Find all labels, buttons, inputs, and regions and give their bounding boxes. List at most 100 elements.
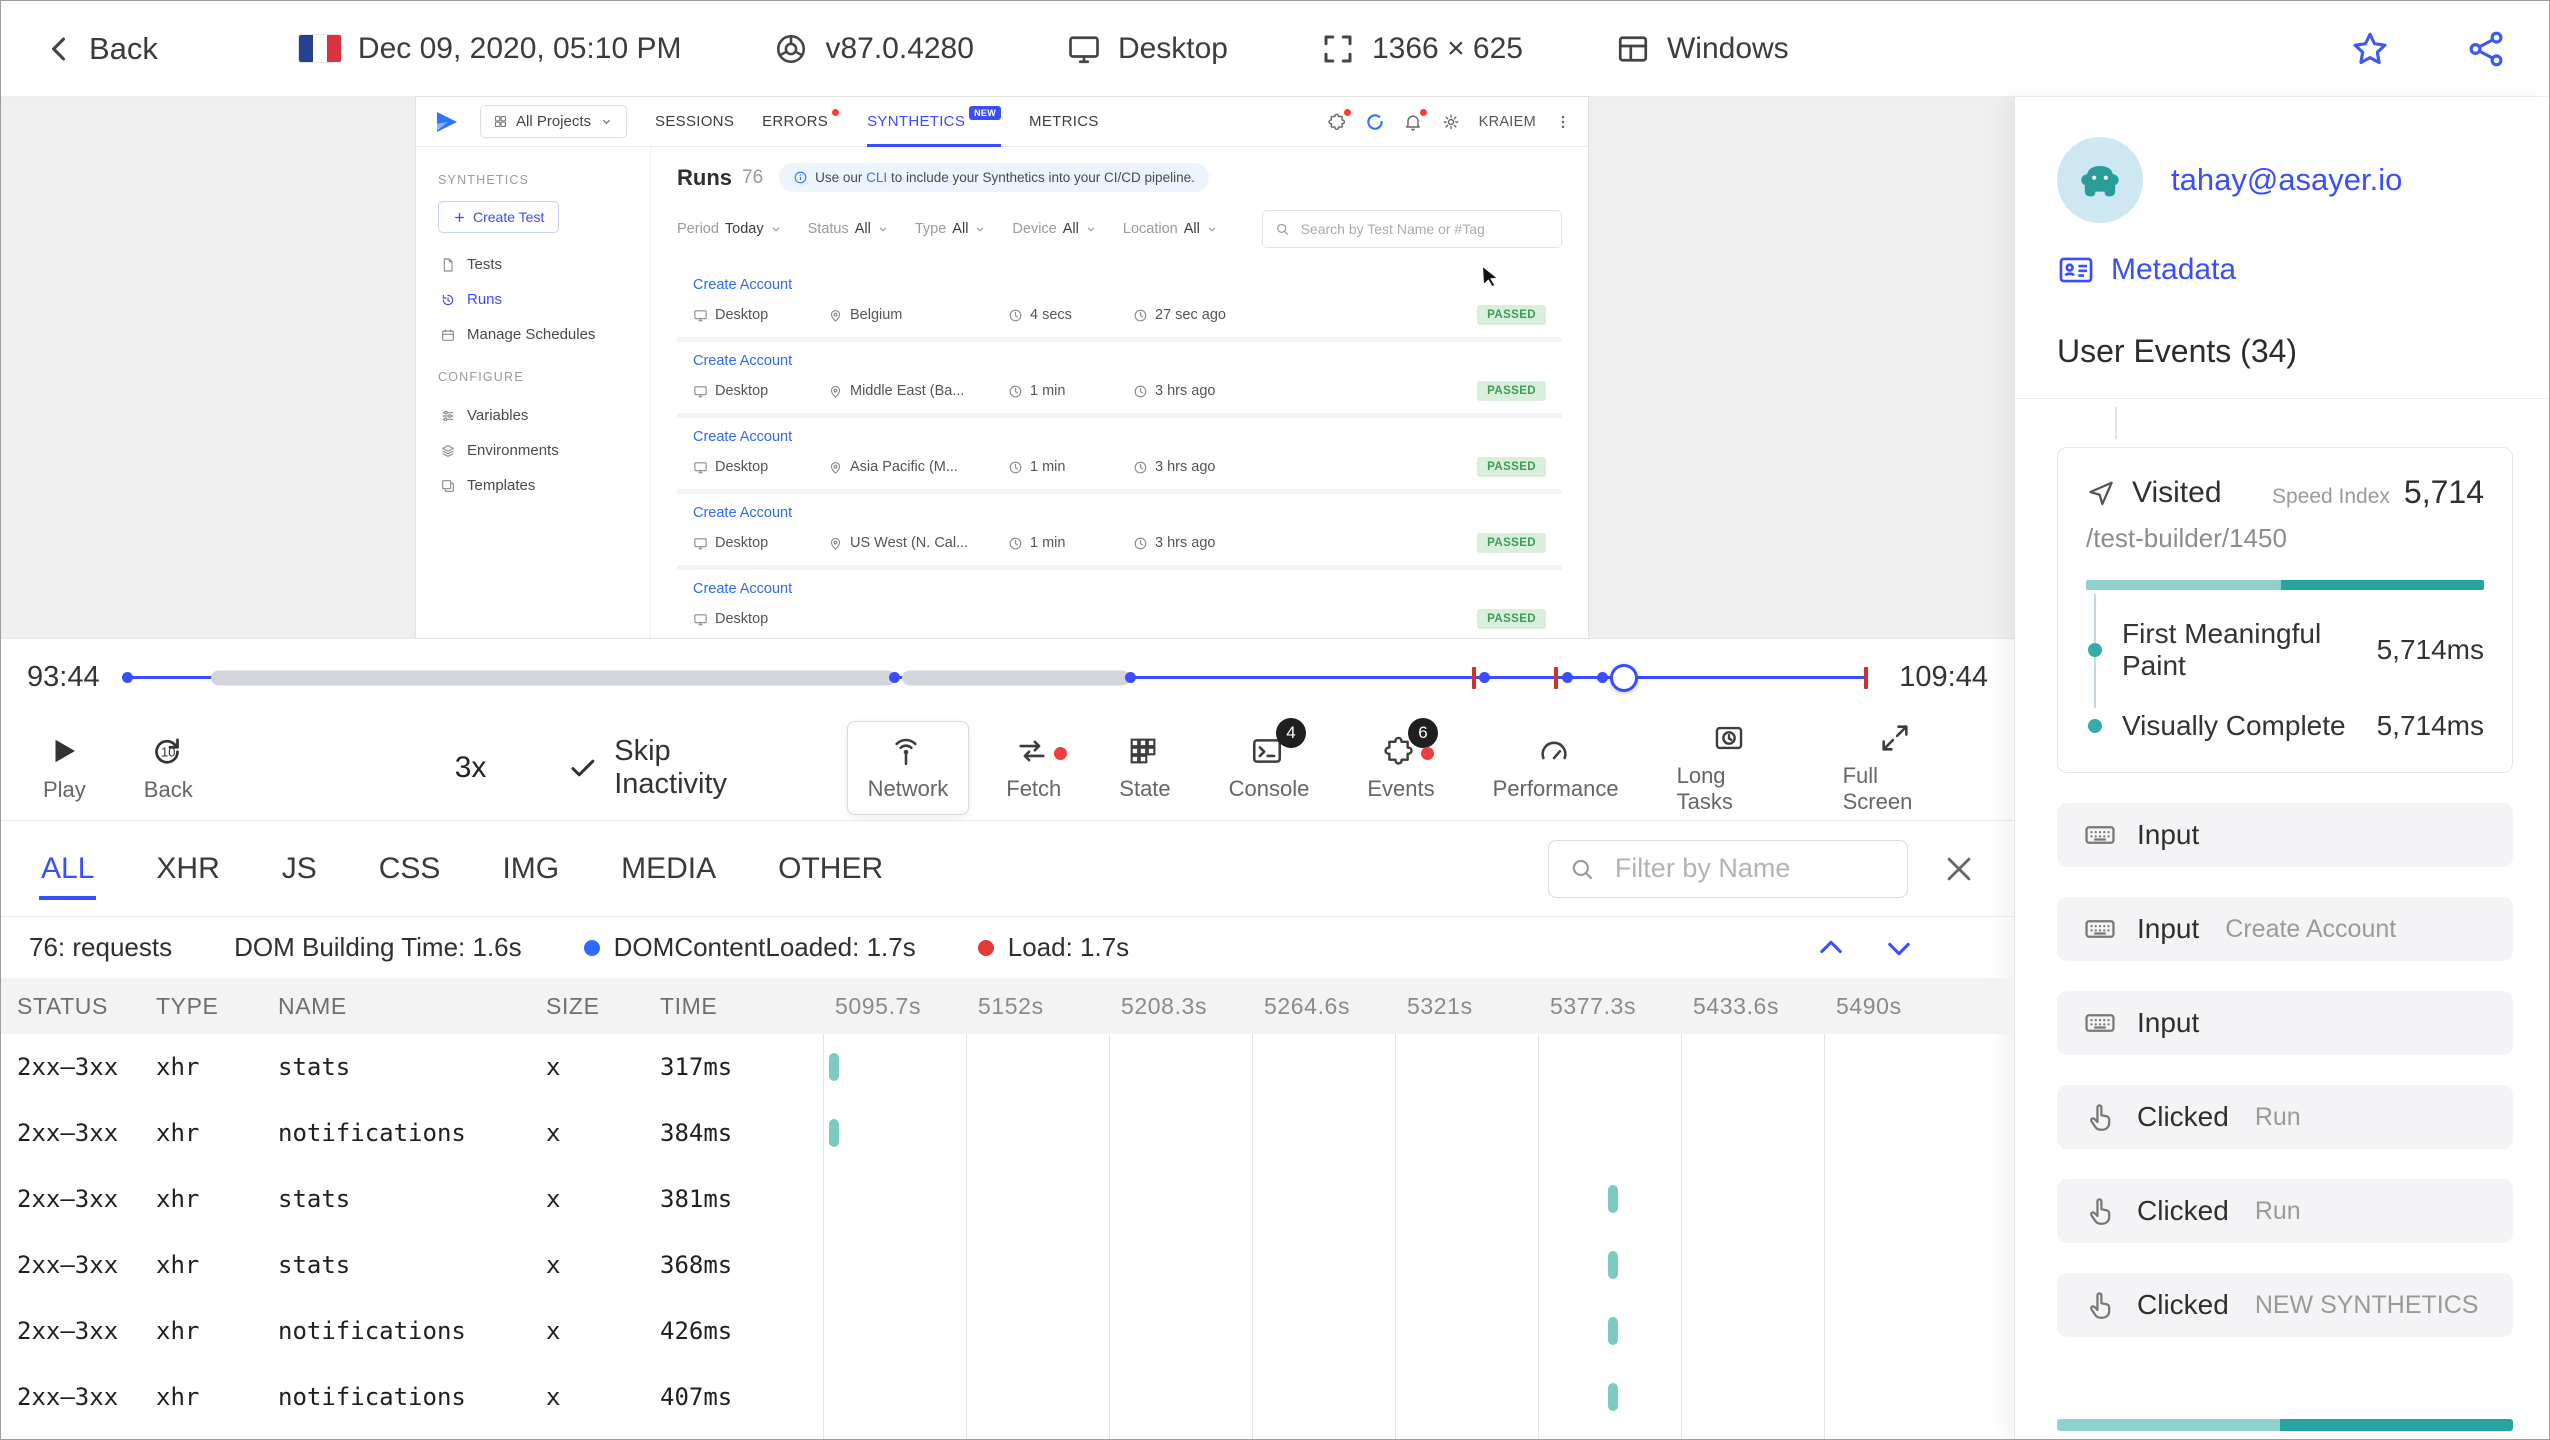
network-tab-other[interactable]: OTHER <box>776 822 885 916</box>
browser-icon <box>773 31 809 67</box>
chevron-down-icon[interactable] <box>1882 931 1916 965</box>
sidebar-item-templates[interactable]: Templates <box>438 468 628 503</box>
run-age: 3 hrs ago <box>1133 383 1215 399</box>
runs-search[interactable] <box>1262 210 1562 248</box>
tool-console[interactable]: 4 Console <box>1208 718 1331 815</box>
run-row[interactable]: Create Account Desktop Middle East (Ba... 1… <box>677 342 1562 413</box>
run-device: Desktop <box>693 611 828 627</box>
run-row[interactable]: Create Account Desktop Belgium 4 secs 27 sec… <box>677 266 1562 337</box>
network-filter-input[interactable] <box>1612 852 1887 885</box>
runs-search-input[interactable] <box>1298 220 1549 238</box>
tool-network[interactable]: Network <box>846 721 970 815</box>
desktop-icon <box>693 308 708 323</box>
run-duration: 1 min <box>1008 535 1133 551</box>
timeline-handle[interactable] <box>1609 663 1638 692</box>
event-type: Input <box>2137 913 2200 944</box>
tool-fetch[interactable]: Fetch <box>985 721 1082 815</box>
star-icon[interactable] <box>2349 28 2391 70</box>
user-email[interactable]: tahay@asayer.io <box>2171 162 2402 198</box>
request-type: xhr <box>156 1251 200 1279</box>
filter-status[interactable]: Status All <box>808 221 889 237</box>
run-detail: Desktop Asia Pacific (M... 1 min 3 hrs ago P… <box>693 457 1546 477</box>
timeline-track[interactable] <box>122 657 1872 699</box>
gear-icon[interactable] <box>1441 112 1461 132</box>
filter-device[interactable]: Device All <box>1012 221 1096 237</box>
close-icon[interactable] <box>1942 852 1976 886</box>
run-row[interactable]: Create Account Desktop US West (N. Cal... 1… <box>677 494 1562 565</box>
tool-label: Full Screen <box>1842 763 1913 814</box>
tool-events[interactable]: 6 Events <box>1346 718 1455 815</box>
spinner-icon[interactable] <box>1365 112 1385 132</box>
run-row[interactable]: Create Account Desktop PASSED <box>677 570 1562 638</box>
cli-link[interactable]: CLI <box>866 170 887 185</box>
filter-location[interactable]: Location All <box>1123 221 1218 237</box>
visited-event-card[interactable]: Visited Speed Index 5,714 /test-builder/… <box>2057 447 2513 773</box>
timeline-event-dot <box>1478 672 1490 683</box>
replay-tab-errors[interactable]: ERRORS <box>762 97 840 147</box>
tool-state[interactable]: State <box>1098 721 1191 815</box>
user-event-card[interactable]: Input <box>2057 803 2513 867</box>
sidebar-item-runs[interactable]: Runs <box>438 282 628 317</box>
skip-inactivity-toggle[interactable]: Skip Inactivity <box>568 735 790 801</box>
filter-value: All <box>854 221 871 237</box>
run-row[interactable]: Create Account Desktop Asia Pacific (M... 1… <box>677 418 1562 489</box>
status-badge: PASSED <box>1477 609 1546 629</box>
tool-long-tasks[interactable]: Long Tasks <box>1656 708 1806 828</box>
filter-type[interactable]: Type All <box>915 221 987 237</box>
account-menu[interactable]: KRAIEM <box>1479 114 1536 130</box>
fetch-icon <box>1015 734 1067 768</box>
back-button[interactable]: Back <box>43 31 158 67</box>
network-tab-img[interactable]: IMG <box>500 822 561 916</box>
network-tab-xhr[interactable]: XHR <box>154 822 221 916</box>
create-test-button[interactable]: Create Test <box>438 201 560 233</box>
dom-content-loaded: DOMContentLoaded: 1.7s <box>583 932 916 963</box>
sidebar-item-environments[interactable]: Environments <box>438 433 628 468</box>
network-request-row[interactable]: 2xx–3xx xhr stats x 381ms <box>1 1166 2014 1232</box>
tool-performance[interactable]: Performance <box>1472 721 1640 815</box>
user-event-card[interactable]: Input <box>2057 991 2513 1055</box>
replay-tab-sessions[interactable]: SESSIONS <box>655 97 734 147</box>
skip-back-button[interactable]: 10 Back <box>144 733 193 803</box>
chevron-up-icon[interactable] <box>1814 931 1848 965</box>
hand-icon <box>2083 1288 2117 1322</box>
network-request-row[interactable]: 2xx–3xx xhr notifications x 426ms <box>1 1298 2014 1364</box>
cli-banner: Use our CLI to include your Synthetics i… <box>779 163 1209 192</box>
network-request-row[interactable]: 2xx–3xx xhr notifications x 384ms <box>1 1100 2014 1166</box>
playback-speed-button[interactable]: 3x <box>455 751 487 785</box>
tool-full-screen[interactable]: Full Screen <box>1822 708 1972 828</box>
network-filter[interactable] <box>1548 839 1908 898</box>
play-button[interactable]: Play <box>43 733 86 803</box>
request-type: xhr <box>156 1185 200 1213</box>
back-label: Back <box>143 777 193 802</box>
kebab-menu-icon[interactable] <box>1554 113 1572 131</box>
run-detail: Desktop Middle East (Ba... 1 min 3 hrs ago P… <box>693 381 1546 401</box>
bell-icon[interactable] <box>1403 108 1427 132</box>
sidebar-item-manage-schedules[interactable]: Manage Schedules <box>438 317 628 352</box>
network-tab-css[interactable]: CSS <box>377 822 443 916</box>
user-events-list: Input Input Create Account Input Clicked Run C… <box>2057 803 2513 1337</box>
rewind-amount: 10 <box>161 744 176 760</box>
seg-text: 27 sec ago <box>1155 307 1226 323</box>
user-event-card[interactable]: Clicked Run <box>2057 1085 2513 1149</box>
operating-system-text: Windows <box>1666 31 1789 65</box>
network-tab-media[interactable]: MEDIA <box>619 822 718 916</box>
user-event-card[interactable]: Clicked Run <box>2057 1179 2513 1243</box>
sidebar-item-variables[interactable]: Variables <box>438 398 628 433</box>
network-request-row[interactable]: 2xx–3xx xhr stats x 368ms <box>1 1232 2014 1298</box>
screen-resolution-text: 1366 × 625 <box>1372 31 1523 65</box>
chevron-down-icon <box>599 114 614 129</box>
metadata-button[interactable]: Metadata <box>2057 251 2513 289</box>
puzzle-icon[interactable] <box>1327 108 1351 132</box>
project-selector[interactable]: All Projects <box>480 105 628 138</box>
replay-tab-metrics[interactable]: METRICS <box>1029 97 1099 147</box>
filter-period[interactable]: Period Today <box>677 221 782 237</box>
network-request-row[interactable]: 2xx–3xx xhr notifications x 407ms <box>1 1364 2014 1430</box>
network-request-row[interactable]: 2xx–3xx xhr stats x 317ms <box>1 1034 2014 1100</box>
share-icon[interactable] <box>2465 28 2507 70</box>
user-event-card[interactable]: Input Create Account <box>2057 897 2513 961</box>
sidebar-item-tests[interactable]: Tests <box>438 247 628 282</box>
user-event-card[interactable]: Clicked NEW SYNTHETICS <box>2057 1273 2513 1337</box>
network-tab-js[interactable]: JS <box>280 822 319 916</box>
network-tab-all[interactable]: ALL <box>39 822 97 916</box>
replay-tab-synthetics[interactable]: SYNTHETICS NEW <box>867 97 1002 147</box>
